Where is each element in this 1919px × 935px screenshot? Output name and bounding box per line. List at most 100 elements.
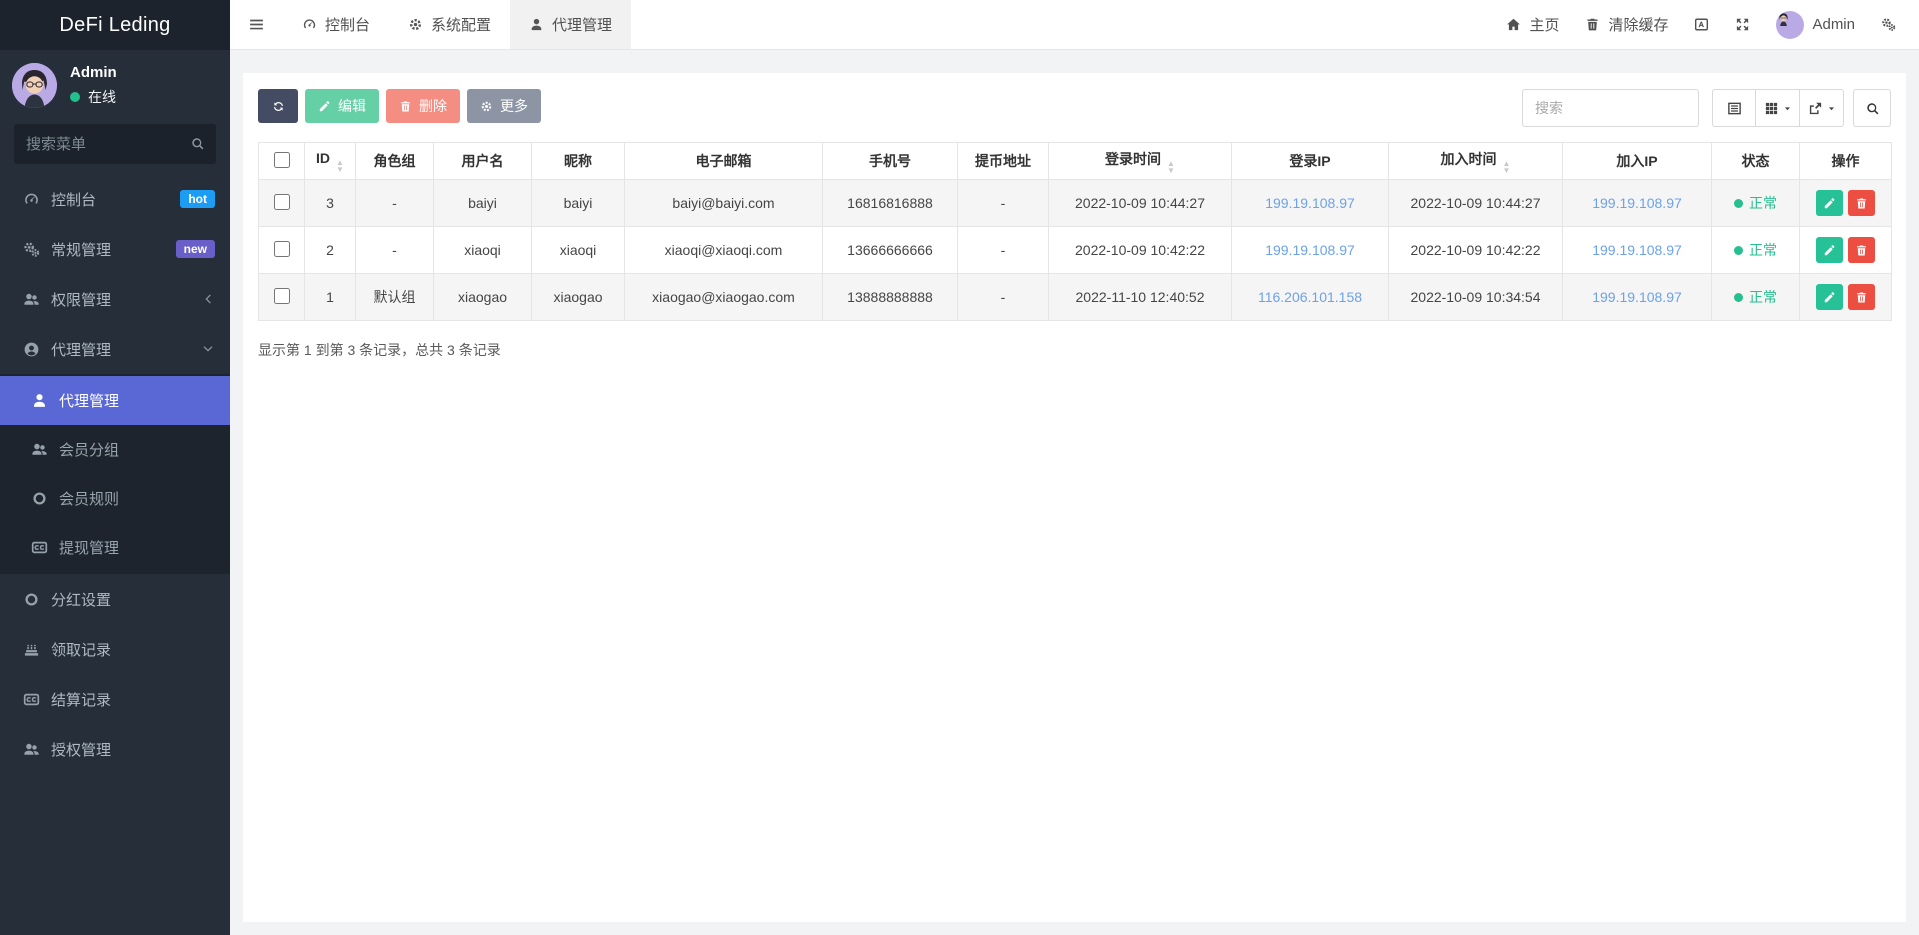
sidebar-item-general[interactable]: 常规管理new [0,224,230,274]
sidebar-item-settlement-records[interactable]: 结算记录 [0,674,230,724]
column-header-select [259,143,305,180]
row-delete-button[interactable] [1848,237,1875,263]
hamburger-icon [248,16,265,33]
sidebar-item-label: 领取记录 [51,639,215,660]
search-icon [1865,101,1880,116]
more-button[interactable]: 更多 [467,89,541,123]
export-button[interactable] [1800,89,1844,127]
cell-login_time: 2022-10-09 10:44:27 [1049,180,1232,227]
row-edit-button[interactable] [1816,190,1843,216]
settings-button[interactable] [1868,0,1909,49]
toolbar-right [1522,89,1891,127]
sidebar-item-label: 授权管理 [51,739,215,760]
nav-tab-system-config[interactable]: 系统配置 [389,0,510,49]
sidebar-item-dividend-settings[interactable]: 分红设置 [0,574,230,624]
chevron-left-icon [201,292,215,306]
cell-withdraw_address: - [958,180,1049,227]
columns-button[interactable] [1756,89,1800,127]
cell-status: 正常 [1712,180,1800,227]
column-header-login_time[interactable]: 登录时间▲▼ [1049,143,1232,180]
table-search-input[interactable] [1522,89,1699,127]
row-checkbox[interactable] [274,241,290,257]
language-button[interactable] [1681,0,1722,49]
ip-link[interactable]: 199.19.108.97 [1265,195,1355,211]
sidebar-item-permissions[interactable]: 权限管理 [0,274,230,324]
row-checkbox[interactable] [274,194,290,210]
cell-email: xiaoqi@xiaoqi.com [625,227,823,274]
row-edit-button[interactable] [1816,284,1843,310]
nav-tab-agent-manage[interactable]: 代理管理 [510,0,631,49]
column-label: 角色组 [374,153,416,169]
cell-join_time: 2022-10-09 10:42:22 [1389,227,1563,274]
gear-icon [480,100,493,113]
sidebar-item-claim-records[interactable]: 领取记录 [0,624,230,674]
column-header-username: 用户名 [434,143,532,180]
cell-join_ip: 199.19.108.97 [1563,274,1712,321]
sidebar-item-authorization[interactable]: 授权管理 [0,724,230,774]
sidebar-subitem-member-group[interactable]: 会员分组 [0,425,230,474]
clear-cache-button[interactable]: 清除缓存 [1572,0,1681,49]
refresh-button[interactable] [258,89,298,123]
column-label: 登录时间 [1105,151,1161,167]
search-icon [190,136,205,151]
expand-icon [1735,17,1750,32]
sidebar-subitem-withdraw-manage[interactable]: 提现管理 [0,523,230,572]
row-delete-button[interactable] [1848,284,1875,310]
row-checkbox[interactable] [274,288,290,304]
menu-badge-hot: hot [180,190,215,208]
column-label: ID [316,150,330,166]
view-controls [1712,89,1844,127]
list-icon [1727,101,1742,116]
cell-ops [1800,227,1892,274]
column-label: 状态 [1742,153,1770,169]
ip-link[interactable]: 199.19.108.97 [1265,242,1355,258]
edit-button[interactable]: 编辑 [305,89,379,123]
sidebar-subitem-agent-manage[interactable]: 代理管理 [0,376,230,425]
cell-phone: 13666666666 [823,227,958,274]
sort-icon: ▲▼ [336,159,344,173]
column-header-status: 状态 [1712,143,1800,180]
cell-phone: 13888888888 [823,274,958,321]
cell-join_ip: 199.19.108.97 [1563,227,1712,274]
home-link[interactable]: 主页 [1493,0,1572,49]
row-edit-button[interactable] [1816,237,1843,263]
sidebar-item-console[interactable]: 控制台hot [0,174,230,224]
cell-login_time: 2022-11-10 12:40:52 [1049,274,1232,321]
cell-status: 正常 [1712,274,1800,321]
cell-nickname: xiaogao [532,274,625,321]
circle-icon [19,591,43,608]
sidebar-item-label: 分红设置 [51,589,215,610]
select-all-checkbox[interactable] [274,152,290,168]
ip-link[interactable]: 116.206.101.158 [1258,289,1362,305]
cell-nickname: xiaoqi [532,227,625,274]
column-label: 操作 [1832,153,1860,169]
status-label: 正常 [1749,240,1777,260]
caret-down-icon [1783,104,1792,113]
column-header-join_time[interactable]: 加入时间▲▼ [1389,143,1563,180]
column-header-id[interactable]: ID ▲▼ [305,143,356,180]
ip-link[interactable]: 199.19.108.97 [1592,289,1682,305]
sidebar-toggle-button[interactable] [230,0,283,49]
navbar-right: 主页 清除缓存 Admin [1493,0,1919,49]
trash-icon [399,100,412,113]
nav-tab-console[interactable]: 控制台 [283,0,389,49]
user-profile: Admin 在线 [0,50,230,120]
ip-link[interactable]: 199.19.108.97 [1592,195,1682,211]
column-header-login_ip: 登录IP [1232,143,1389,180]
delete-button[interactable]: 删除 [386,89,460,123]
sidebar-subitem-member-rule[interactable]: 会员规则 [0,474,230,523]
ip-link[interactable]: 199.19.108.97 [1592,242,1682,258]
status-dot [1734,246,1743,255]
toolbar: 编辑 删除 更多 [258,89,1891,127]
sidebar-item-agent[interactable]: 代理管理 [0,324,230,374]
user-menu[interactable]: Admin [1763,0,1868,49]
row-delete-button[interactable] [1848,190,1875,216]
cell-status: 正常 [1712,227,1800,274]
cell-withdraw_address: - [958,274,1049,321]
menu-search-input[interactable] [14,124,216,164]
search-toggle-button[interactable] [1853,89,1891,127]
column-label: 电子邮箱 [696,153,752,169]
common-search-button[interactable] [1712,89,1756,127]
avatar[interactable] [12,63,57,108]
fullscreen-button[interactable] [1722,0,1763,49]
